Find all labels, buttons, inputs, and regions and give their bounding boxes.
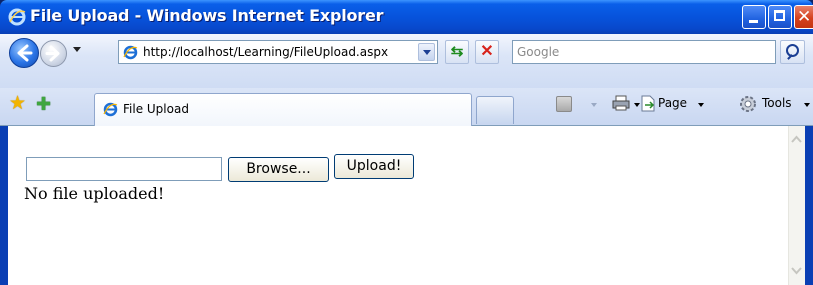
ie-icon — [8, 8, 26, 26]
address-bar[interactable]: http://localhost/Learning/FileUpload.asp… — [118, 40, 438, 64]
page-menu-label[interactable]: Page — [658, 96, 687, 110]
browser-window: File Upload - Windows Internet Explorer … — [0, 0, 813, 285]
window-right-border — [805, 126, 813, 285]
file-path-input[interactable] — [26, 157, 222, 181]
forward-arrow-icon — [45, 45, 60, 62]
tab-file-upload[interactable]: File Upload — [94, 93, 472, 126]
tools-dropdown[interactable] — [804, 103, 810, 107]
tools-menu-label[interactable]: Tools — [762, 96, 792, 110]
close-button[interactable]: ✕ — [794, 5, 813, 29]
upload-button[interactable]: Upload! — [334, 154, 414, 179]
tab-bar: ★ ✚ File Upload Page Tools — [0, 88, 813, 126]
address-text[interactable]: http://localhost/Learning/FileUpload.asp… — [143, 45, 388, 59]
tab-label: File Upload — [123, 102, 189, 116]
refresh-icon: ⇆ — [450, 43, 464, 60]
print-icon[interactable] — [612, 95, 630, 111]
page-icon[interactable] — [640, 95, 656, 112]
search-box[interactable]: Google — [512, 40, 776, 64]
close-icon: ✕ — [797, 7, 812, 27]
minimize-icon — [749, 20, 758, 23]
stop-button[interactable]: ✕ — [475, 40, 499, 64]
feeds-dropdown[interactable] — [591, 103, 597, 107]
address-dropdown-button[interactable] — [418, 43, 435, 61]
search-input[interactable]: Google — [517, 45, 559, 59]
navigation-bar: http://localhost/Learning/FileUpload.asp… — [0, 34, 813, 88]
scroll-down-icon[interactable] — [790, 262, 803, 278]
browse-button[interactable]: Browse... — [228, 157, 329, 182]
feeds-icon[interactable] — [556, 96, 572, 112]
ie-icon — [123, 45, 138, 60]
title-bar[interactable]: File Upload - Windows Internet Explorer … — [0, 0, 813, 34]
favorites-star-icon[interactable]: ★ — [9, 94, 26, 114]
forward-button[interactable] — [40, 40, 67, 67]
window-title: File Upload - Windows Internet Explorer — [30, 6, 384, 25]
maximize-icon — [774, 10, 785, 21]
page-content: Browse... Upload! No file uploaded! — [8, 126, 805, 285]
ie-icon — [103, 102, 118, 117]
scroll-up-icon[interactable] — [790, 132, 803, 148]
search-button[interactable] — [780, 40, 805, 64]
window-left-border — [0, 126, 8, 285]
new-tab-button[interactable] — [476, 96, 514, 124]
back-button[interactable] — [9, 38, 39, 68]
page-dropdown[interactable] — [698, 103, 704, 107]
recent-pages-dropdown[interactable] — [73, 47, 81, 52]
refresh-button[interactable]: ⇆ — [445, 40, 469, 64]
add-favorite-icon[interactable]: ✚ — [36, 94, 51, 114]
minimize-button[interactable] — [742, 5, 766, 29]
gear-icon[interactable] — [738, 94, 758, 114]
stop-icon: ✕ — [480, 43, 494, 60]
upload-status-message: No file uploaded! — [24, 184, 165, 203]
maximize-button[interactable] — [768, 5, 792, 29]
vertical-scrollbar[interactable] — [788, 126, 805, 285]
back-arrow-icon — [17, 44, 33, 62]
